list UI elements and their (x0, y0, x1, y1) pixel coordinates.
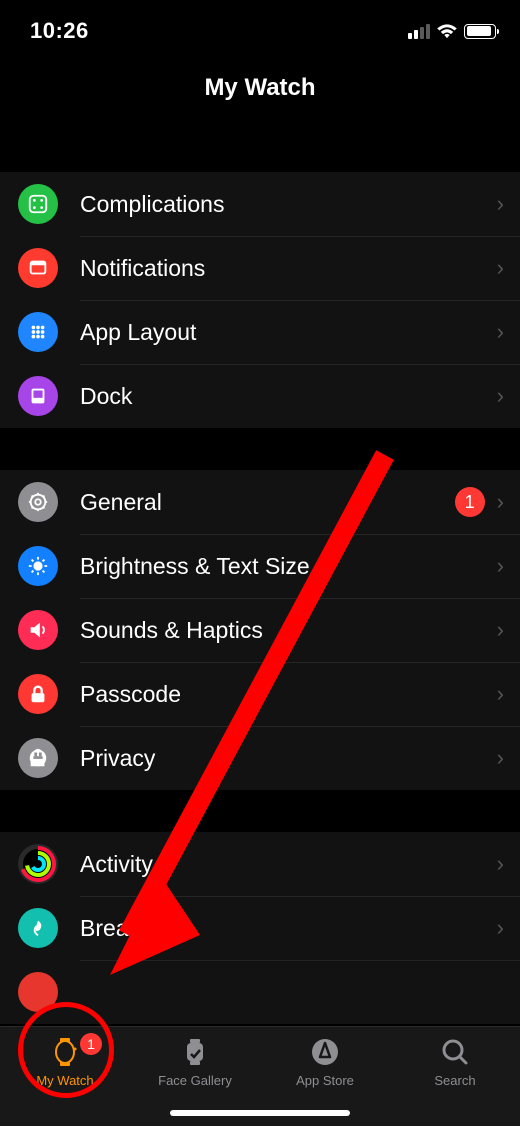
row-label: Complications (80, 191, 497, 218)
row-dock[interactable]: Dock › (0, 364, 520, 428)
row-brightness[interactable]: Brightness & Text Size › (0, 534, 520, 598)
tab-my-watch[interactable]: 1 My Watch (0, 1037, 130, 1088)
chevron-right-icon: › (497, 255, 504, 281)
settings-section: Activity › Breathe › (0, 832, 520, 1024)
notification-badge: 1 (455, 487, 485, 517)
tab-label: Search (434, 1073, 475, 1088)
row-complications[interactable]: Complications › (0, 172, 520, 236)
face-gallery-icon (178, 1037, 212, 1067)
activity-icon (18, 844, 58, 884)
chevron-right-icon: › (497, 191, 504, 217)
settings-section: Complications › Notifications › App Layo… (0, 172, 520, 428)
app-layout-icon (18, 312, 58, 352)
chevron-right-icon: › (497, 681, 504, 707)
row-label: Privacy (80, 745, 497, 772)
sounds-icon (18, 610, 58, 650)
row-notifications[interactable]: Notifications › (0, 236, 520, 300)
search-icon (438, 1037, 472, 1067)
tab-label: App Store (296, 1073, 354, 1088)
privacy-icon (18, 738, 58, 778)
chevron-right-icon: › (497, 851, 504, 877)
row-sounds[interactable]: Sounds & Haptics › (0, 598, 520, 662)
settings-section: General 1 › Brightness & Text Size › Sou… (0, 470, 520, 790)
status-time: 10:26 (30, 18, 89, 44)
row-label: Activity (80, 851, 497, 878)
tab-search[interactable]: Search (390, 1037, 520, 1088)
tab-badge: 1 (80, 1033, 102, 1055)
row-label: Breathe (80, 915, 497, 942)
chevron-right-icon: › (497, 915, 504, 941)
status-bar: 10:26 (0, 0, 520, 56)
passcode-icon (18, 674, 58, 714)
nav-header: My Watch (0, 56, 520, 130)
row-breathe[interactable]: Breathe › (0, 896, 520, 960)
battery-icon (464, 24, 496, 39)
row-label: Brightness & Text Size (80, 553, 497, 580)
chevron-right-icon: › (497, 489, 504, 515)
tab-label: My Watch (36, 1073, 93, 1088)
row-label: Passcode (80, 681, 497, 708)
page-title: My Watch (0, 74, 520, 102)
row-general[interactable]: General 1 › (0, 470, 520, 534)
row-partial[interactable] (0, 960, 520, 1024)
row-passcode[interactable]: Passcode › (0, 662, 520, 726)
notifications-icon (18, 248, 58, 288)
breathe-icon (18, 908, 58, 948)
dock-icon (18, 376, 58, 416)
row-activity[interactable]: Activity › (0, 832, 520, 896)
cellular-signal-icon (408, 23, 430, 39)
row-label: Notifications (80, 255, 497, 282)
general-icon (18, 482, 58, 522)
app-icon (18, 972, 58, 1012)
brightness-icon (18, 546, 58, 586)
chevron-right-icon: › (497, 617, 504, 643)
tab-label: Face Gallery (158, 1073, 232, 1088)
row-app-layout[interactable]: App Layout › (0, 300, 520, 364)
app-store-icon (308, 1037, 342, 1067)
home-indicator[interactable] (170, 1110, 350, 1116)
watch-icon (48, 1037, 82, 1067)
status-indicators (408, 23, 496, 39)
wifi-icon (436, 23, 458, 39)
chevron-right-icon: › (497, 383, 504, 409)
chevron-right-icon: › (497, 553, 504, 579)
chevron-right-icon: › (497, 745, 504, 771)
row-label: General (80, 489, 455, 516)
complications-icon (18, 184, 58, 224)
tab-face-gallery[interactable]: Face Gallery (130, 1037, 260, 1088)
row-label: Sounds & Haptics (80, 617, 497, 644)
row-label: Dock (80, 383, 497, 410)
tab-app-store[interactable]: App Store (260, 1037, 390, 1088)
row-label: App Layout (80, 319, 497, 346)
chevron-right-icon: › (497, 319, 504, 345)
row-privacy[interactable]: Privacy › (0, 726, 520, 790)
